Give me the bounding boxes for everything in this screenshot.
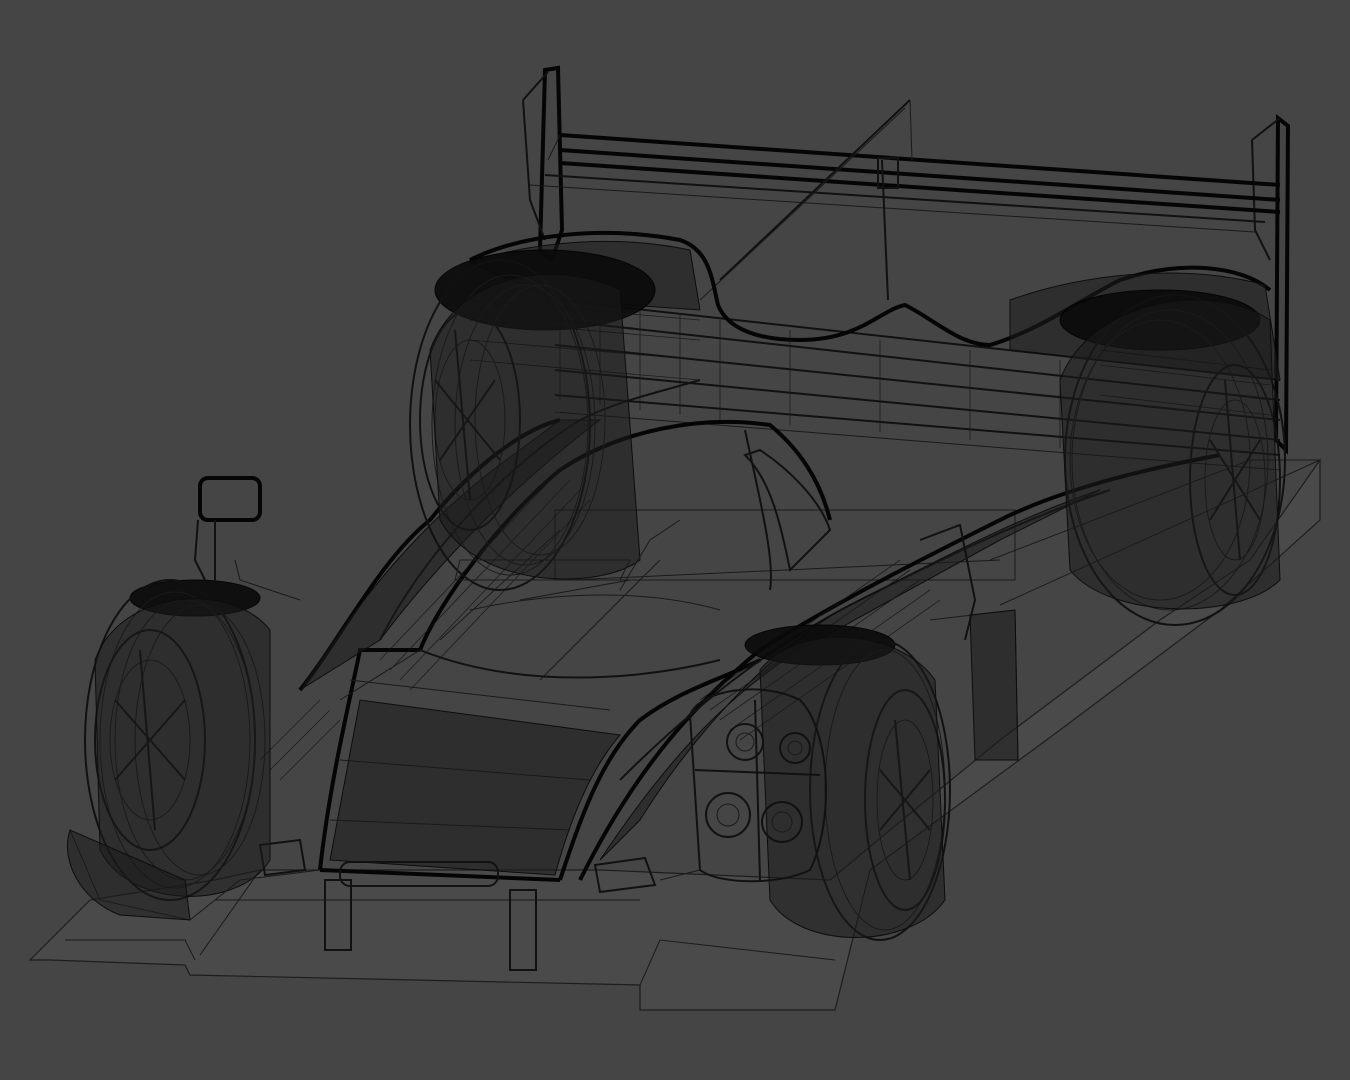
wheel-front-right (744, 624, 951, 941)
wheel-front-left (66, 579, 271, 921)
3d-viewport[interactable] (0, 0, 1350, 1080)
wheel-rear-right (1059, 289, 1286, 626)
wireframe-render (28, 65, 1321, 1011)
